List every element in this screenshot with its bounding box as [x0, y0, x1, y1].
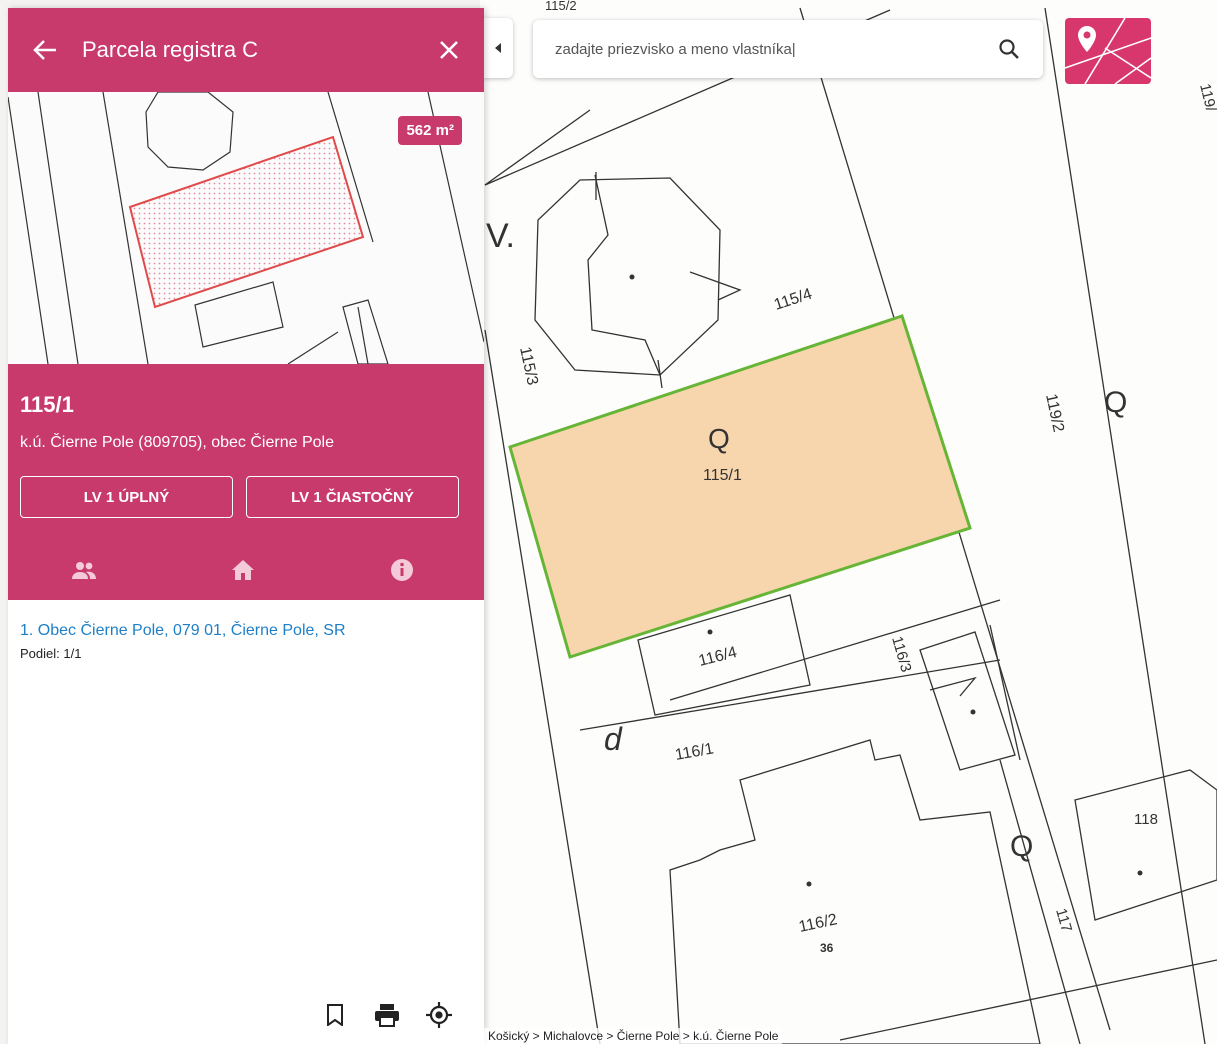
parcel-preview-map[interactable]: 562 m²	[8, 92, 484, 364]
locate-icon[interactable]	[422, 998, 456, 1032]
map-pin-logo-icon	[1065, 18, 1151, 84]
tab-building[interactable]	[164, 542, 323, 598]
search-icon[interactable]	[989, 29, 1029, 69]
lv-partial-button[interactable]: LV 1 ČIASTOČNÝ	[246, 476, 459, 518]
lv-full-button[interactable]: LV 1 ÚPLNÝ	[20, 476, 233, 518]
parcel-location: k.ú. Čierne Pole (809705), obec Čierne P…	[20, 434, 334, 451]
collapse-panel-button[interactable]	[483, 18, 513, 78]
info-icon	[390, 559, 413, 581]
parcel-info-card: 115/1 k.ú. Čierne Pole (809705), obec Či…	[8, 364, 484, 600]
close-icon[interactable]	[434, 40, 464, 60]
map-label-lv: V.	[486, 217, 515, 255]
owner-share: Podiel: 1/1	[20, 646, 82, 661]
caret-left-icon	[495, 43, 501, 53]
home-icon	[232, 560, 254, 580]
map-label-118: 118	[1134, 811, 1158, 828]
panel-tabs	[8, 542, 481, 600]
bookmark-icon[interactable]	[318, 998, 352, 1032]
panel-actions	[318, 998, 456, 1032]
app-logo-button[interactable]	[1065, 18, 1151, 84]
panel-header: Parcela registra C	[8, 8, 484, 92]
print-icon[interactable]	[370, 998, 404, 1032]
map-label-house-36: 36	[820, 941, 834, 955]
search-input[interactable]	[553, 39, 989, 59]
map-label-q-117: Q	[1010, 830, 1033, 863]
tab-info[interactable]	[322, 542, 481, 598]
map-label-d: d	[604, 721, 623, 757]
search-bar	[533, 20, 1043, 78]
people-icon	[72, 562, 97, 579]
parcel-detail-panel: Parcela registra C 562 m² 115/1 k.ú. Čie…	[8, 8, 484, 1044]
map-label-q-119-2: Q	[1104, 386, 1127, 419]
owner-link[interactable]: 1. Obec Čierne Pole, 079 01, Čierne Pole…	[20, 622, 346, 640]
arrow-left-icon[interactable]	[32, 39, 64, 61]
breadcrumb: Košický > Michalovce > Čierne Pole > k.ú…	[484, 1028, 783, 1044]
parcel-number: 115/1	[20, 392, 74, 417]
map-label-q-115-1: Q	[708, 423, 730, 454]
map-label-115-1: 115/1	[703, 467, 742, 484]
panel-title: Parcela registra C	[82, 37, 259, 62]
tab-owners[interactable]	[8, 542, 164, 600]
area-badge: 562 m²	[398, 116, 462, 145]
map-label-115-2: 115/2	[545, 0, 577, 13]
